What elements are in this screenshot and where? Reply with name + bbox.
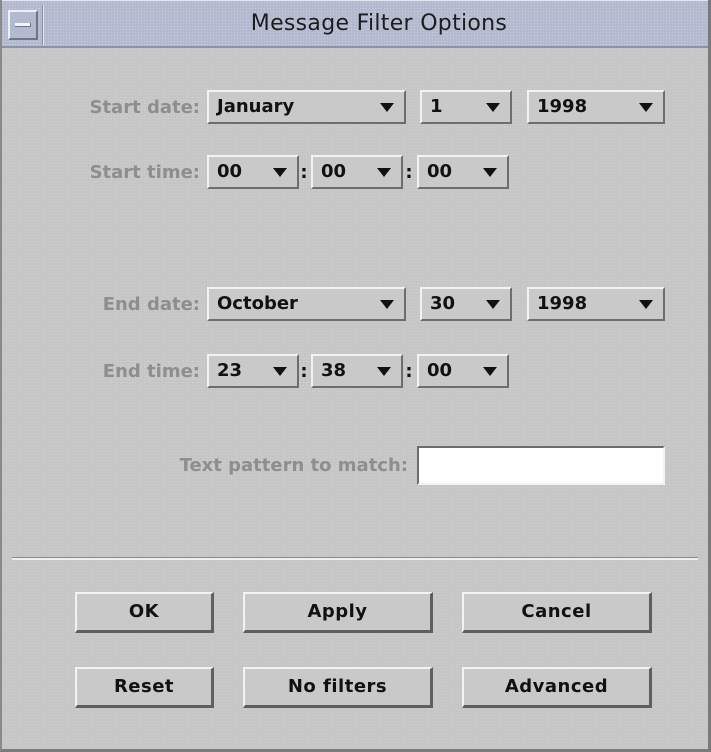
window-menu-button[interactable] [8, 10, 38, 40]
time-separator: : [405, 162, 413, 183]
end-day-dropdown[interactable]: 30 [420, 287, 512, 321]
end-year-value: 1998 [537, 293, 588, 314]
ok-button[interactable]: OK [75, 592, 214, 633]
end-year-dropdown[interactable]: 1998 [527, 287, 665, 321]
time-separator: : [300, 361, 308, 382]
end-day-value: 30 [430, 293, 456, 314]
end-month-value: October [217, 293, 298, 314]
text-pattern-label: Text pattern to match: [179, 455, 408, 476]
start-second-value: 00 [427, 161, 453, 182]
end-hour-dropdown[interactable]: 23 [207, 354, 299, 388]
end-minute-dropdown[interactable]: 38 [311, 354, 403, 388]
start-hour-dropdown[interactable]: 00 [207, 155, 299, 189]
window-menu-icon [15, 23, 31, 27]
triangle-down-icon [273, 168, 287, 177]
end-time-label: End time: [102, 361, 200, 382]
title-separator [42, 5, 44, 45]
triangle-down-icon [486, 300, 500, 309]
triangle-down-icon [486, 103, 500, 112]
triangle-down-icon [380, 103, 394, 112]
triangle-down-icon [377, 168, 391, 177]
triangle-down-icon [483, 367, 497, 376]
title-bar[interactable]: Message Filter Options [2, 0, 708, 48]
message-filter-dialog: Message Filter Options Start date: Janua… [0, 0, 711, 752]
end-minute-value: 38 [321, 360, 347, 381]
triangle-down-icon [639, 300, 653, 309]
start-month-value: January [217, 96, 295, 117]
cancel-button[interactable]: Cancel [462, 592, 652, 633]
triangle-down-icon [483, 168, 497, 177]
end-month-dropdown[interactable]: October [207, 287, 406, 321]
start-month-dropdown[interactable]: January [207, 90, 406, 124]
end-date-label: End date: [102, 294, 200, 315]
no-filters-button[interactable]: No filters [243, 667, 433, 708]
end-second-value: 00 [427, 360, 453, 381]
text-pattern-input[interactable] [417, 446, 665, 485]
start-day-value: 1 [430, 96, 443, 117]
time-separator: : [405, 361, 413, 382]
advanced-button[interactable]: Advanced [462, 667, 652, 708]
start-date-label: Start date: [89, 97, 200, 118]
end-second-dropdown[interactable]: 00 [417, 354, 509, 388]
triangle-down-icon [377, 367, 391, 376]
divider [12, 557, 698, 560]
start-minute-dropdown[interactable]: 00 [311, 155, 403, 189]
triangle-down-icon [380, 300, 394, 309]
start-year-dropdown[interactable]: 1998 [527, 90, 665, 124]
start-day-dropdown[interactable]: 1 [420, 90, 512, 124]
start-time-label: Start time: [89, 162, 200, 183]
start-hour-value: 00 [217, 161, 243, 182]
apply-button[interactable]: Apply [243, 592, 433, 633]
start-second-dropdown[interactable]: 00 [417, 155, 509, 189]
triangle-down-icon [273, 367, 287, 376]
reset-button[interactable]: Reset [75, 667, 214, 708]
triangle-down-icon [639, 103, 653, 112]
end-hour-value: 23 [217, 360, 243, 381]
time-separator: : [300, 162, 308, 183]
window-title: Message Filter Options [250, 11, 508, 36]
start-minute-value: 00 [321, 161, 347, 182]
start-year-value: 1998 [537, 96, 588, 117]
